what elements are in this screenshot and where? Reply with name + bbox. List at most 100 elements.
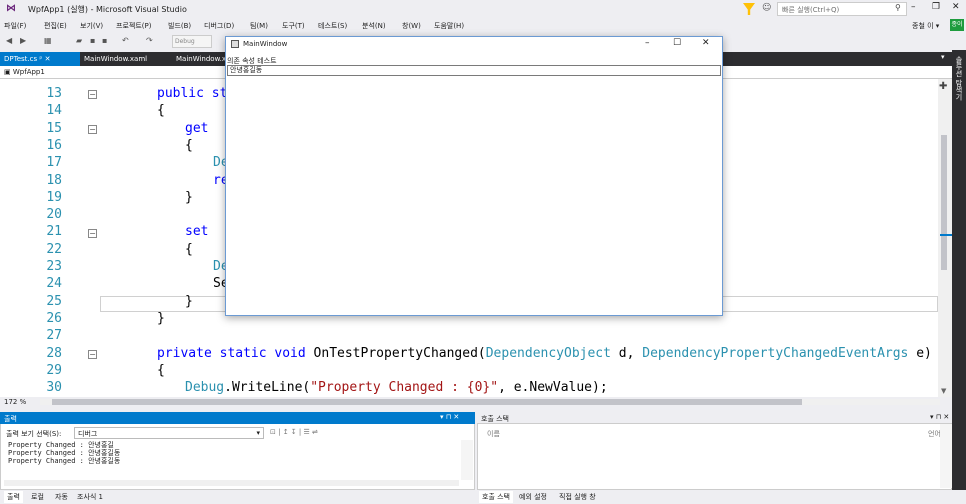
column-header-language[interactable]: 언어 xyxy=(928,429,941,439)
tab-watch-1[interactable]: 조사식 1 xyxy=(74,491,106,503)
output-line: Property Changed : 안녕홍길동 xyxy=(8,449,121,457)
new-project-icon[interactable]: ▦ xyxy=(44,36,52,45)
menu-item-edit[interactable]: 편집(E) xyxy=(44,21,67,31)
menu-item-window[interactable]: 창(W) xyxy=(402,21,421,31)
code-token: DependencyObject xyxy=(485,345,611,361)
code-line[interactable]: { xyxy=(185,242,193,257)
line-number: 14 xyxy=(46,103,62,119)
back-icon[interactable]: ◀ xyxy=(6,36,12,45)
zoom-select[interactable]: 172 % xyxy=(4,398,26,406)
minimize-button[interactable]: – xyxy=(911,2,916,12)
pin-icon[interactable]: ᵖ xyxy=(39,55,42,63)
code-line[interactable]: { xyxy=(157,363,165,378)
menu-item-test[interactable]: 테스트(S) xyxy=(318,21,347,31)
panel-controls[interactable]: ▾ ⊓ ✕ xyxy=(930,413,949,421)
wpf-maximize-button[interactable]: ☐ xyxy=(673,38,681,48)
tab-close-icon[interactable]: ✕ xyxy=(45,55,51,63)
line-number: 17 xyxy=(46,155,62,171)
solution-configuration-select[interactable]: Debug xyxy=(172,35,212,48)
wpf-main-window[interactable] xyxy=(225,36,723,316)
menu-item-file[interactable]: 파일(F) xyxy=(4,21,26,31)
scrollbar-thumb[interactable] xyxy=(941,135,947,270)
wpf-close-button[interactable]: ✕ xyxy=(702,38,710,48)
tab-mainwindow-xaml[interactable]: MainWindow.xaml xyxy=(80,52,151,66)
code-line[interactable]: Debug.WriteLine("Property Changed : {0}"… xyxy=(185,380,608,395)
code-line[interactable]: { xyxy=(157,103,165,118)
menu-item-analyze[interactable]: 분석(N) xyxy=(362,21,386,31)
tab-autos[interactable]: 자동 xyxy=(52,491,71,503)
account-menu[interactable]: 종철 이 ▾ xyxy=(912,21,939,31)
find-icon[interactable]: ⊡ xyxy=(270,428,276,436)
line-number: 16 xyxy=(46,137,62,153)
scrollbar-thumb[interactable] xyxy=(52,399,802,405)
code-line[interactable]: } xyxy=(185,294,193,309)
scroll-down-icon[interactable]: ▼ xyxy=(941,387,946,395)
bottom-left-tab-strip xyxy=(0,490,475,504)
output-text[interactable]: Property Changed : 안녕홍길 Property Changed… xyxy=(8,441,458,479)
tab-exception-settings[interactable]: 예외 설정 xyxy=(516,491,550,503)
project-dropdown[interactable]: ▣ WpfApp1 xyxy=(4,68,45,76)
redo-icon[interactable]: ↷ xyxy=(146,36,153,45)
split-editor-icon[interactable]: ✚ xyxy=(939,81,947,92)
close-button[interactable]: ✕ xyxy=(952,2,960,12)
undo-icon[interactable]: ↶ xyxy=(122,36,129,45)
output-source-select[interactable]: 디버그 ▾ xyxy=(74,427,264,439)
tab-immediate-window[interactable]: 직접 실행 창 xyxy=(556,491,599,503)
solution-explorer-strip[interactable] xyxy=(952,50,966,490)
menu-bar: 파일(F) 편집(E) 보기(V) 프로젝트(P) 빌드(B) 디버그(D) 팀… xyxy=(0,18,966,34)
window-icon xyxy=(231,40,239,48)
next-message-icon[interactable]: ↧ xyxy=(291,428,297,436)
code-line[interactable]: } xyxy=(157,311,165,326)
code-line[interactable]: } xyxy=(185,190,193,205)
menu-item-debug[interactable]: 디버그(D) xyxy=(204,21,234,31)
output-vertical-scrollbar[interactable] xyxy=(461,440,473,480)
collapse-icon[interactable]: − xyxy=(88,229,97,238)
forward-icon[interactable]: ▶ xyxy=(20,36,26,45)
word-wrap-icon[interactable]: ⇌ xyxy=(312,428,318,436)
search-icon[interactable]: ⚲ xyxy=(895,3,901,12)
output-source-label: 출력 보기 선택(S): xyxy=(6,430,62,438)
menu-item-project[interactable]: 프로젝트(P) xyxy=(116,21,151,31)
output-toolbar[interactable]: ⊡ | ↥ ↧ | ☰ ⇌ xyxy=(270,428,318,436)
column-header-name[interactable]: 이름 xyxy=(487,429,500,439)
collapse-icon[interactable]: − xyxy=(88,90,97,99)
call-stack-scrollbar[interactable] xyxy=(940,424,952,488)
clear-all-icon[interactable]: ☰ xyxy=(303,428,309,436)
previous-message-icon[interactable]: ↥ xyxy=(283,428,289,436)
chevron-down-icon[interactable]: ▾ xyxy=(941,53,945,61)
collapse-icon[interactable]: − xyxy=(88,350,97,359)
menu-item-tools[interactable]: 도구(T) xyxy=(282,21,305,31)
tab-output[interactable]: 출력 xyxy=(4,491,23,503)
code-line[interactable]: set xyxy=(185,224,208,239)
code-line[interactable]: { xyxy=(185,138,193,153)
account-badge[interactable]: 종이 xyxy=(950,19,964,31)
output-horizontal-scrollbar[interactable] xyxy=(4,480,459,486)
code-token: { xyxy=(185,241,193,257)
save-all-icon[interactable]: ▪ xyxy=(102,36,107,45)
quick-launch-input[interactable]: 빠른 실행(Ctrl+Q) xyxy=(777,2,907,16)
solution-explorer-tab[interactable]: 솔루션 탐색기 xyxy=(954,56,964,100)
name-textbox[interactable]: 안녕홍길동 xyxy=(227,65,721,76)
line-number: 23 xyxy=(46,259,62,274)
menu-item-build[interactable]: 빌드(B) xyxy=(168,21,191,31)
tab-call-stack[interactable]: 호출 스택 xyxy=(479,491,513,503)
collapse-icon[interactable]: − xyxy=(88,125,97,134)
menu-item-help[interactable]: 도움말(H) xyxy=(434,21,464,31)
code-line[interactable]: get xyxy=(185,121,208,136)
panel-controls[interactable]: ▾ ⊓ ✕ xyxy=(440,413,459,421)
menu-item-view[interactable]: 보기(V) xyxy=(80,21,103,31)
code-token: } xyxy=(185,189,193,205)
menu-item-team[interactable]: 팀(M) xyxy=(250,21,268,31)
tab-dptest-cs[interactable]: DPTest.cs ᵖ ✕ xyxy=(0,52,80,66)
code-token: { xyxy=(157,362,165,378)
save-icon[interactable]: ▪ xyxy=(90,36,95,45)
open-folder-icon[interactable]: ▰ xyxy=(76,36,82,45)
tab-locals[interactable]: 로컬 xyxy=(28,491,47,503)
tab-mainwindow-xaml-cs[interactable]: MainWindow.x xyxy=(172,52,230,66)
wpf-window-title: MainWindow xyxy=(243,40,288,48)
feedback-icon[interactable]: ☺ xyxy=(762,3,774,15)
code-line[interactable]: public str xyxy=(157,86,235,101)
code-line[interactable]: private static void OnTestPropertyChange… xyxy=(157,346,932,361)
maximize-button[interactable]: ❐ xyxy=(932,2,940,12)
wpf-minimize-button[interactable]: – xyxy=(645,38,650,48)
